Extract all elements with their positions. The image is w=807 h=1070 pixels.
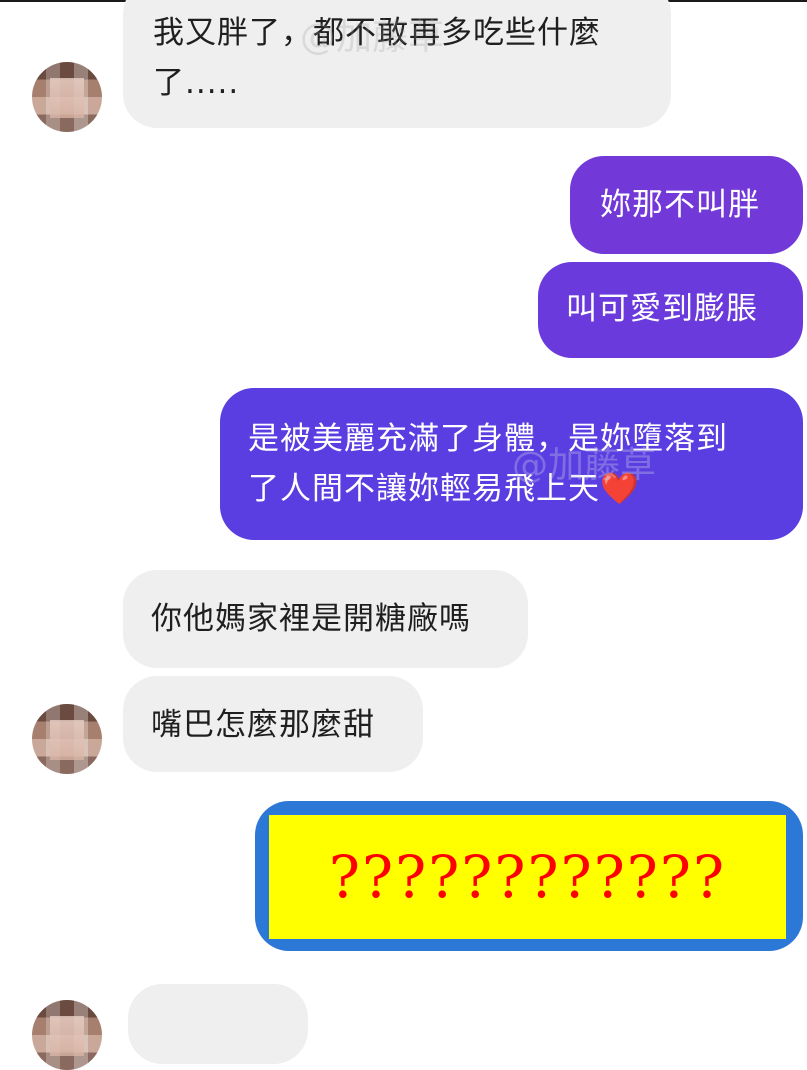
- watermark: @加藤草: [300, 17, 445, 58]
- contact-avatar[interactable]: [32, 1000, 102, 1070]
- outgoing-message-bubble[interactable]: 叫可愛到膨脹: [538, 262, 803, 358]
- message-text: 妳那不叫胖: [600, 187, 760, 223]
- watermark: @加藤草: [512, 445, 657, 486]
- incoming-message-bubble[interactable]: 嘴巴怎麼那麼甜: [123, 676, 423, 772]
- message-text: 叫可愛到膨脹: [566, 291, 758, 327]
- message-text-line: 了.....: [153, 65, 240, 101]
- incoming-message-bubble[interactable]: [128, 984, 308, 1064]
- contact-avatar[interactable]: [32, 704, 102, 774]
- message-text: 嘴巴怎麼那麼甜: [151, 707, 375, 743]
- incoming-message-bubble[interactable]: 你他媽家裡是開糖廠嗎: [123, 570, 528, 668]
- contact-avatar[interactable]: [32, 62, 102, 132]
- message-text: 你他媽家裡是開糖廠嗎: [151, 601, 471, 637]
- question-marks-text: ????????????: [269, 815, 786, 939]
- outgoing-message-bubble[interactable]: 妳那不叫胖: [570, 156, 803, 254]
